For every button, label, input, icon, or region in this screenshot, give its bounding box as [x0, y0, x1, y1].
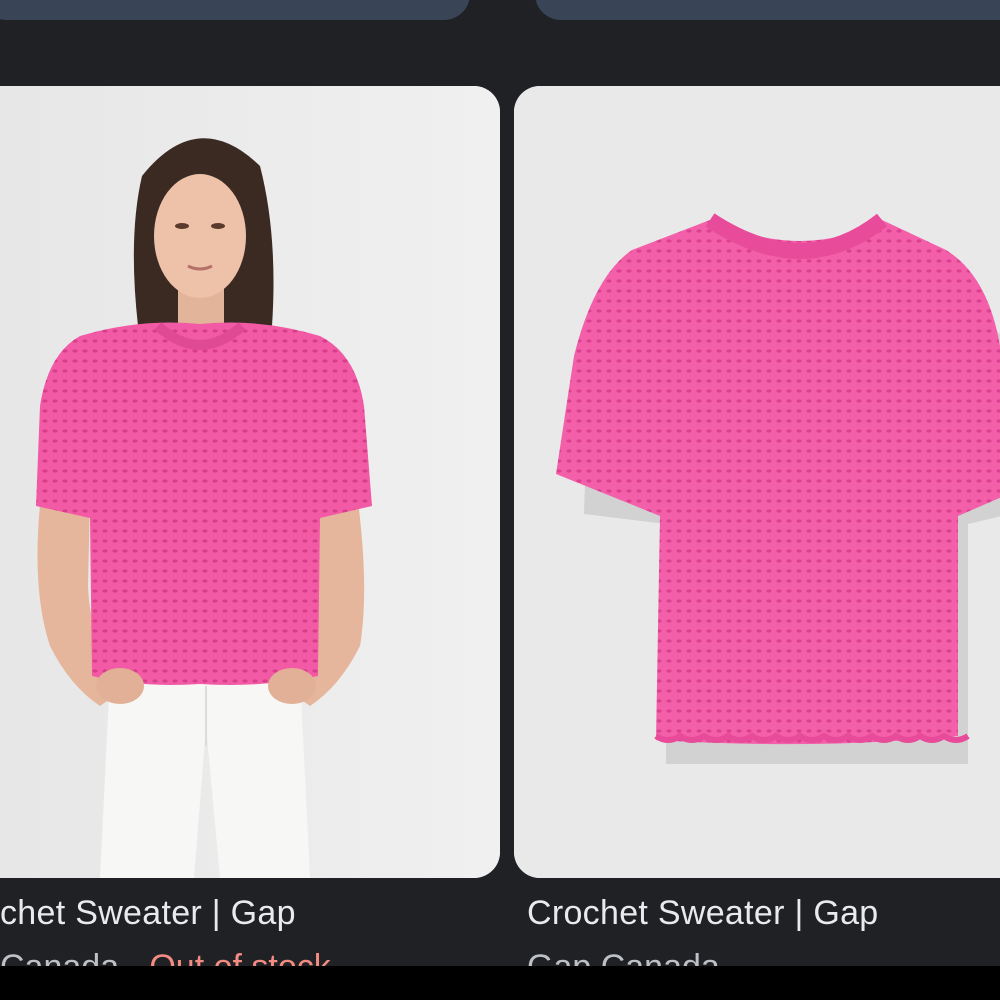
result-title[interactable]: chet Sweater | Gap: [0, 894, 296, 933]
navigation-bar: [0, 966, 1000, 1000]
product-photo: [514, 86, 1000, 878]
filter-chip[interactable]: [0, 0, 470, 20]
result-title[interactable]: Crochet Sweater | Gap: [527, 894, 879, 933]
model-photo: [0, 86, 500, 878]
filter-chip[interactable]: [535, 0, 1000, 20]
image-results-page: chet Sweater | Gap Canada · Out of stock…: [0, 0, 1000, 1000]
result-image-card[interactable]: [0, 86, 500, 878]
result-image-card[interactable]: [514, 86, 1000, 878]
